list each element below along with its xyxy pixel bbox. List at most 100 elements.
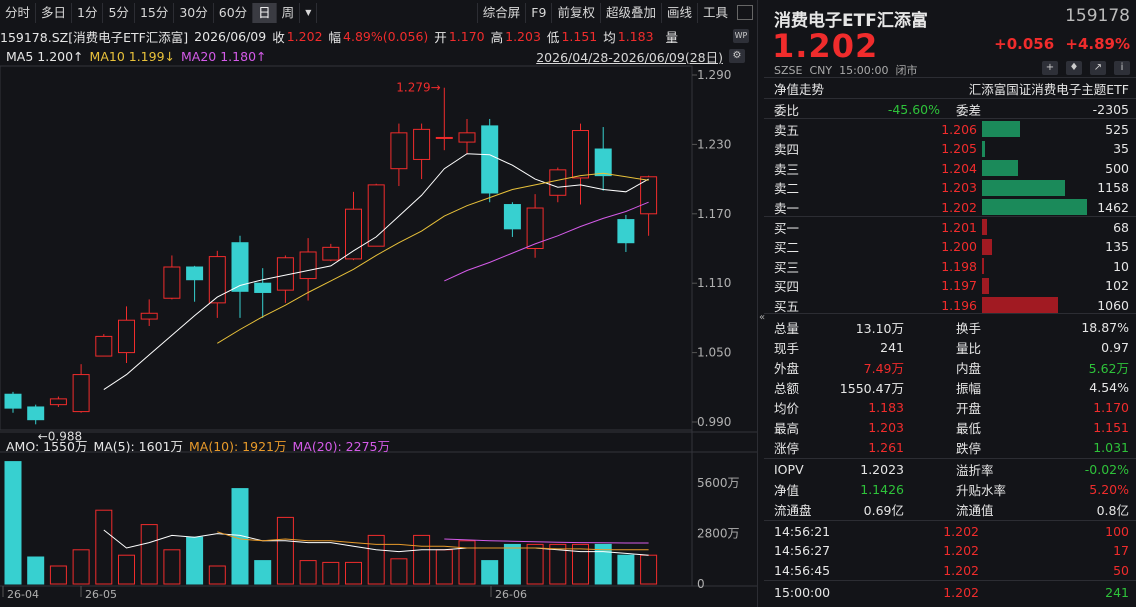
tick-price: 1.202 (943, 523, 979, 539)
bid-price: 1.198 (941, 258, 977, 274)
bid-row[interactable]: 买四 1.197 102 (758, 276, 1136, 296)
fund-code: 159178 (1065, 6, 1130, 26)
bid-label: 买一 (774, 220, 800, 236)
bid-depth-bar (982, 219, 987, 235)
tool-button-0[interactable]: 综合屏 (476, 2, 526, 23)
close-label: 收 (272, 29, 285, 45)
stat-label: 流通值 (956, 502, 994, 518)
ask-row[interactable]: 卖一 1.202 1462 (758, 197, 1136, 217)
avg-label: 均 (603, 29, 616, 45)
ask-row[interactable]: 卖二 1.203 1158 (758, 178, 1136, 198)
wechat-icon[interactable]: WP (733, 29, 749, 43)
ask-depth-bar (982, 140, 985, 157)
currency: CNY (809, 63, 833, 77)
stat-label: 净值 (774, 482, 800, 498)
ask-row[interactable]: 卖四 1.205 35 (758, 139, 1136, 159)
ask-label: 卖一 (774, 200, 800, 216)
vol-label: 量 (665, 29, 679, 45)
quote-panel: 消费电子ETF汇添富 159178 1.202 +0.056 +4.89% SZ… (757, 0, 1136, 607)
quote-icons: + ♦ ↗ i (1042, 61, 1130, 75)
volume-bar (526, 543, 544, 585)
tool-button-2[interactable]: 前复权 (551, 2, 600, 23)
period-tab-5[interactable]: 30分 (174, 2, 214, 23)
tick-volume: 50 (1113, 562, 1129, 578)
dropdown-arrow-icon[interactable]: ▼ (300, 2, 318, 23)
stat-value: 0.8亿 (1096, 502, 1129, 518)
tool-button-4[interactable]: 画线 (660, 2, 697, 23)
volume-bar (435, 549, 453, 585)
collapse-icon[interactable]: « (759, 312, 765, 323)
share-icon[interactable]: ↗ (1090, 61, 1106, 75)
stat-label: IOPV (774, 461, 804, 477)
price-axis-label: 1.290 (697, 68, 731, 82)
bid-volume: 1060 (1097, 297, 1129, 313)
window-icon[interactable] (737, 5, 753, 20)
nav-row[interactable]: 净值走势 汇添富国证消费电子主题ETF (758, 78, 1136, 98)
bid-row[interactable]: 买一 1.201 68 (758, 217, 1136, 237)
candle-body (572, 130, 589, 179)
price-axis-label: 1.230 (697, 137, 731, 151)
tool-button-5[interactable]: 工具 (696, 2, 733, 23)
bid-row[interactable]: 买五 1.196 1060 (758, 295, 1136, 315)
candlestick-chart[interactable]: 1.290 1.230 1.170 1.110 1.050 0.990 5600万 2800万… (0, 62, 757, 607)
ask-price: 1.205 (941, 141, 977, 156)
volume-bar (322, 561, 340, 585)
amo-value: AMO: 1550万 (6, 438, 88, 454)
volume-bar (390, 558, 408, 585)
period-tab-4[interactable]: 15分 (135, 2, 175, 23)
candle-body (503, 204, 521, 230)
bell-icon[interactable]: ♦ (1066, 61, 1082, 75)
stat-label: 内盘 (956, 360, 982, 376)
info-icon[interactable]: i (1114, 61, 1130, 75)
time-axis-label: 26-05 (85, 588, 117, 601)
high-label: 高 (490, 29, 504, 45)
ask-row[interactable]: 卖三 1.204 500 (758, 158, 1136, 178)
volume-bar (254, 560, 272, 585)
period-tab-6[interactable]: 60分 (214, 2, 254, 23)
candle-body (118, 319, 135, 354)
amo-ma20: MA(20): 2275万 (292, 438, 391, 454)
bid-price: 1.196 (941, 297, 977, 313)
stat-label: 最高 (774, 420, 800, 436)
period-tab-1[interactable]: 多日 (36, 2, 73, 23)
low-label: 低 (546, 29, 560, 45)
quote-time: 15:00:00 (839, 63, 889, 77)
tool-button-3[interactable]: 超级叠加 (599, 2, 661, 23)
tool-button-1[interactable]: F9 (525, 2, 551, 23)
candle-body (481, 125, 499, 194)
ask-label: 卖二 (774, 181, 800, 196)
stat-label: 最低 (956, 420, 982, 436)
tick-row: 15:00:00 1.202 241 (758, 582, 1136, 602)
volume-bar (503, 543, 521, 585)
period-tab-2[interactable]: 1分 (72, 2, 104, 23)
stat-value: 0.97 (1101, 339, 1129, 355)
tick-time: 14:56:27 (774, 543, 831, 558)
bid-row[interactable]: 买二 1.200 135 (758, 237, 1136, 257)
candle-body (140, 312, 158, 320)
period-tab-3[interactable]: 5分 (103, 2, 135, 23)
bid-label: 买二 (774, 240, 800, 255)
period-tab-8[interactable]: 周 (277, 2, 301, 23)
close-value: 1.202 (286, 28, 323, 44)
high-annotation: 1.279→ (396, 81, 440, 95)
bid-row[interactable]: 买三 1.198 10 (758, 256, 1136, 276)
plus-icon[interactable]: + (1042, 61, 1058, 75)
stat-label: 开盘 (956, 400, 982, 416)
period-tab-7[interactable]: 日 (253, 2, 277, 23)
bid-label: 买四 (774, 279, 800, 294)
ask-price: 1.203 (941, 180, 977, 195)
period-tab-0[interactable]: 分时 (0, 2, 37, 23)
stat-value: 5.20% (1089, 481, 1129, 497)
settings-icon[interactable]: ⚙ (729, 49, 745, 63)
tick-time: 14:56:45 (774, 562, 831, 578)
ratio-label: 委比 (774, 102, 800, 118)
volume-bar (345, 561, 362, 585)
bid-label: 买三 (774, 259, 800, 275)
amp-value: 4.89%(0.056) (343, 28, 429, 44)
ask-depth-bar (982, 121, 1020, 137)
price-axis-label: 1.050 (697, 346, 731, 360)
stat-label: 升贴水率 (956, 482, 1007, 498)
stat-value: 1.031 (1093, 439, 1129, 455)
volume-bar (367, 534, 385, 585)
ask-row[interactable]: 卖五 1.206 525 (758, 119, 1136, 139)
